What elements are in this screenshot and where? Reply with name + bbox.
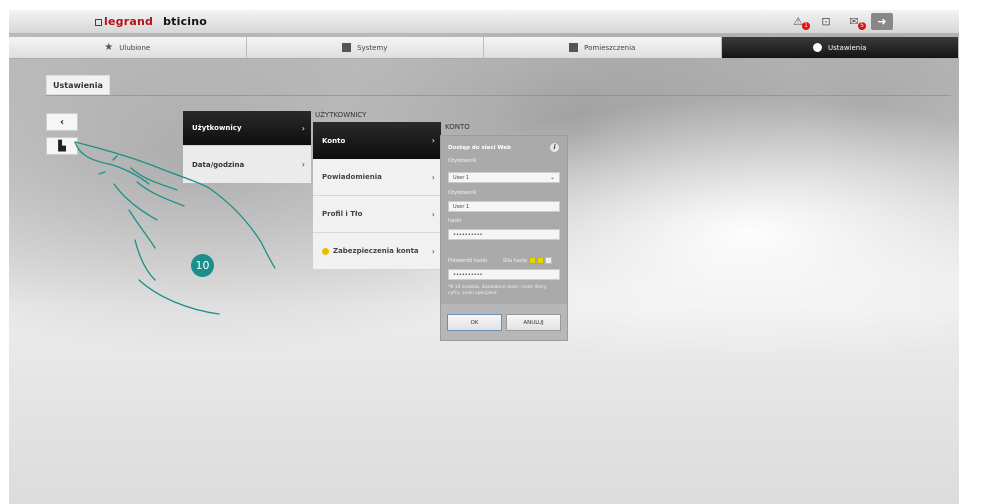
bticino-logo: bticino (163, 15, 208, 28)
warning-dot-icon (322, 247, 329, 255)
account-form: Dostęp do sieci Web i Użytkownik User 1 … (441, 136, 567, 304)
app-window: legrand bticino ⚠ 1 ⊡ ✉ 5 ➜ ★ Ulubione Sys… (9, 10, 959, 504)
menu-item-label: Profil i Tło (322, 210, 363, 218)
page-title: Ustawienia (46, 75, 110, 95)
account-buttons: OK ANULUJ (447, 314, 561, 331)
top-bar: legrand bticino ⚠ 1 ⊡ ✉ 5 ➜ (9, 10, 959, 34)
settings-icon (813, 43, 823, 52)
user-field[interactable]: User 1 (448, 201, 560, 212)
tab-ustawienia[interactable]: Ustawienia (721, 37, 959, 58)
menu-item-label: Konto (322, 136, 346, 145)
chevron-right-icon: › (301, 160, 305, 169)
account-panel: Dostęp do sieci Web i Użytkownik User 1 … (440, 135, 568, 341)
chevron-right-icon: › (431, 209, 435, 219)
legrand-logo: legrand (95, 15, 153, 28)
password-hint: *8-16 znaków, dozwolone duże i małe lite… (448, 285, 548, 296)
user-field-label: Użytkownik (448, 190, 477, 196)
menu-item-data-godzina[interactable]: Data/godzina › (183, 145, 311, 183)
save-button[interactable]: ▙ (46, 137, 78, 155)
lock-icon[interactable]: ⊡ (815, 13, 837, 30)
menu-item-label: Użytkownicy (192, 124, 242, 132)
menu-item-profil[interactable]: Profil i Tło › (313, 196, 441, 233)
main-nav: ★ Ulubione Systemy Pomieszczenia Ustawie… (9, 37, 959, 59)
back-button[interactable]: ‹ (46, 113, 78, 131)
rooms-icon (569, 43, 579, 52)
mail-icon[interactable]: ✉ 5 (843, 13, 866, 30)
strength-segment (545, 257, 552, 264)
strength-segment (529, 257, 536, 264)
cancel-button[interactable]: ANULUJ (506, 314, 561, 331)
ok-button[interactable]: OK (447, 314, 502, 331)
tab-ulubione[interactable]: ★ Ulubione (9, 37, 247, 58)
user-select-label: Użytkownik (448, 158, 477, 164)
menu-item-label: Zabezpieczenia konta (333, 247, 419, 255)
password-label: hasło (448, 218, 462, 224)
title-divider (46, 95, 951, 96)
password-field[interactable]: •••••••••• (448, 229, 560, 240)
users-header: UŻYTKOWNICY (315, 111, 367, 119)
confirm-password-label: Potwierdź hasło (448, 258, 488, 264)
brand-logo: legrand bticino (95, 15, 207, 28)
menu-item-konto[interactable]: Konto › (313, 122, 441, 159)
tab-label: Systemy (357, 43, 388, 52)
chevron-right-icon: › (301, 123, 305, 133)
tab-label: Ulubione (119, 43, 151, 52)
password-strength-label: Siła hasła (503, 258, 527, 264)
strength-segment (537, 257, 544, 264)
star-icon: ★ (104, 42, 114, 53)
user-select-value: User 1 (453, 175, 470, 181)
menu-item-label: Data/godzina (192, 160, 245, 169)
tab-pomieszczenia[interactable]: Pomieszczenia (484, 37, 722, 58)
menu-item-powiadomienia[interactable]: Powiadomienia › (313, 159, 441, 196)
user-select[interactable]: User 1 ⌄ (448, 172, 560, 183)
systems-icon (342, 43, 352, 52)
logout-icon[interactable]: ➜ (871, 13, 893, 30)
step-callout-badge: 10 (191, 254, 214, 277)
info-icon[interactable]: i (550, 143, 559, 152)
menu-item-label-group: Zabezpieczenia konta (322, 247, 419, 255)
account-header: KONTO (445, 123, 470, 131)
password-strength-meter (529, 257, 552, 264)
web-access-title: Dostęp do sieci Web (448, 145, 511, 151)
alert-icon[interactable]: ⚠ 1 (787, 13, 810, 30)
tab-label: Ustawienia (828, 43, 867, 52)
menu-item-uzytkownicy[interactable]: Użytkownicy › (183, 111, 311, 145)
confirm-password-field[interactable]: •••••••••• (448, 269, 560, 280)
menu-item-zabezpieczenia[interactable]: Zabezpieczenia konta › (313, 233, 441, 270)
tab-systemy[interactable]: Systemy (247, 37, 484, 58)
chevron-right-icon: › (431, 172, 435, 182)
top-icons: ⚠ 1 ⊡ ✉ 5 ➜ (787, 13, 893, 30)
chevron-right-icon: › (431, 136, 435, 145)
menu-item-label: Powiadomienia (322, 173, 382, 181)
settings-menu: Użytkownicy › Data/godzina › (183, 111, 311, 183)
chevron-down-icon: ⌄ (549, 174, 555, 181)
chevron-right-icon: › (431, 246, 435, 256)
tab-label: Pomieszczenia (584, 43, 636, 52)
users-menu: Konto › Powiadomienia › Profil i Tło › Z… (313, 122, 441, 270)
